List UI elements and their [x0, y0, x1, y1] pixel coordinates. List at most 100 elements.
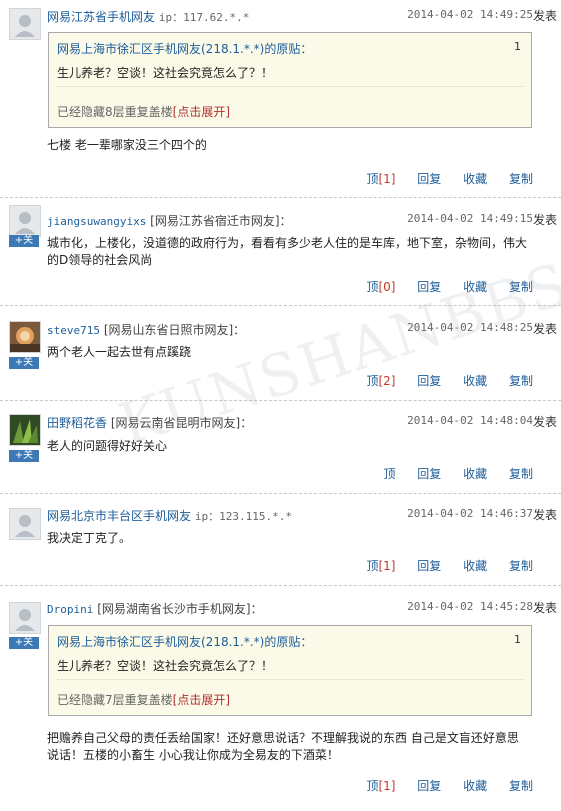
user-ip: ip：123.115.*.* — [194, 510, 292, 523]
hidden-floors-note: 已经隐藏8层重复盖楼[点击展开] — [57, 103, 230, 120]
quote-header: 网易上海市徐汇区手机网友(218.1.*.*)的原贴： — [57, 635, 313, 649]
copy-button[interactable]: 复制 — [509, 172, 533, 186]
user-source: [网易江苏省宿迁市网友]： — [150, 214, 292, 228]
username-link[interactable]: 网易北京市丰台区手机网友 — [47, 509, 191, 523]
default-avatar-icon — [10, 509, 40, 539]
reply-button[interactable]: 回复 — [417, 172, 441, 186]
comment-item: 网易北京市丰台区手机网友 ip：123.115.*.* 2014-04-02 1… — [0, 493, 561, 586]
comment-item: +关 Dropini [网易湖南省长沙市手机网友]： 2014-04-02 14… — [0, 585, 561, 810]
avatar[interactable] — [9, 321, 41, 353]
follow-button[interactable]: +关 — [9, 235, 39, 247]
comment-actions: 顶 回复 收藏 复制 — [365, 465, 533, 482]
reply-button[interactable]: 回复 — [417, 374, 441, 388]
comment-time: 2014-04-02 14:45:28 — [407, 600, 533, 613]
upvote-button[interactable]: 顶[1] — [348, 172, 395, 186]
copy-button[interactable]: 复制 — [509, 559, 533, 573]
avatar[interactable] — [9, 205, 41, 237]
upvote-count: [0] — [378, 280, 396, 294]
follow-button[interactable]: +关 — [9, 357, 39, 369]
save-button[interactable]: 收藏 — [463, 467, 487, 481]
save-button[interactable]: 收藏 — [463, 280, 487, 294]
quote-text: 生儿养老？空谈！这社会究竟怎么了？！ — [57, 659, 274, 673]
avatar[interactable] — [9, 602, 41, 634]
upvote-count: [2] — [378, 374, 396, 388]
upvote-label: 顶 — [366, 374, 379, 388]
upvote-count: [1] — [378, 559, 396, 573]
comment-time: 2014-04-02 14:49:15 — [407, 212, 533, 225]
comment-actions: 顶[1] 回复 收藏 复制 — [348, 777, 533, 794]
post-link[interactable]: 发表 — [533, 506, 557, 523]
comment-text: 两个老人一起去世有点蹊跷 — [47, 345, 192, 359]
upvote-button[interactable]: 顶[1] — [348, 779, 395, 793]
upvote-button[interactable]: 顶[0] — [348, 280, 395, 294]
reply-button[interactable]: 回复 — [417, 467, 441, 481]
comment-item: +关 田野稻花香 [网易云南省昆明市网友]： 2014-04-02 14:48:… — [0, 400, 561, 494]
post-link[interactable]: 发表 — [533, 7, 557, 24]
reply-button[interactable]: 回复 — [417, 779, 441, 793]
user-source: [网易山东省日照市网友]： — [103, 323, 246, 337]
user-photo-icon — [10, 415, 40, 445]
upvote-count: [1] — [378, 172, 396, 186]
expand-link[interactable]: [点击展开] — [173, 693, 230, 707]
save-button[interactable]: 收藏 — [463, 559, 487, 573]
comment-actions: 顶[2] 回复 收藏 复制 — [348, 372, 533, 389]
upvote-count: [1] — [378, 779, 396, 793]
quote-floor: 1 — [514, 633, 521, 646]
comment-actions: 顶[1] 回复 收藏 复制 — [348, 557, 533, 574]
comment-actions: 顶[1] 回复 收藏 复制 — [348, 170, 533, 187]
user-photo-icon — [10, 322, 40, 352]
post-link[interactable]: 发表 — [533, 320, 557, 337]
post-link[interactable]: 发表 — [533, 599, 557, 616]
comment-time: 2014-04-02 14:48:04 — [407, 414, 533, 427]
quote-header: 网易上海市徐汇区手机网友(218.1.*.*)的原贴： — [57, 42, 313, 56]
avatar[interactable] — [9, 414, 41, 446]
username-link[interactable]: 田野稻花香 — [47, 416, 107, 430]
username-link[interactable]: jiangsuwangyixs — [47, 215, 146, 228]
follow-button[interactable]: +关 — [9, 450, 39, 462]
comment-user: 田野稻花香 [网易云南省昆明市网友]： — [47, 414, 252, 431]
copy-button[interactable]: 复制 — [509, 779, 533, 793]
avatar[interactable] — [9, 508, 41, 540]
hidden-floors-note: 已经隐藏7层重复盖楼[点击展开] — [57, 691, 230, 708]
comment-user: 网易江苏省手机网友 ip：117.62.*.* — [47, 8, 249, 25]
username-link[interactable]: steve715 — [47, 324, 100, 337]
upvote-label: 顶 — [366, 779, 379, 793]
default-avatar-icon — [10, 206, 40, 236]
save-button[interactable]: 收藏 — [463, 779, 487, 793]
copy-button[interactable]: 复制 — [509, 280, 533, 294]
hidden-floors-text: 已经隐藏8层重复盖楼 — [57, 105, 173, 119]
comment-text: 七楼 老一辈哪家没三个四个的 — [47, 138, 207, 152]
comment-text: 我决定丁克了。 — [47, 531, 132, 545]
post-link[interactable]: 发表 — [533, 413, 557, 430]
upvote-label: 顶 — [366, 559, 379, 573]
hidden-floors-text: 已经隐藏7层重复盖楼 — [57, 693, 173, 707]
expand-link[interactable]: [点击展开] — [173, 105, 230, 119]
comment-user: steve715 [网易山东省日照市网友]： — [47, 321, 245, 338]
default-avatar-icon — [10, 603, 40, 633]
upvote-button[interactable]: 顶[2] — [348, 374, 395, 388]
comment-item: 网易江苏省手机网友 ip：117.62.*.* 2014-04-02 14:49… — [0, 0, 561, 198]
follow-button[interactable]: +关 — [9, 637, 39, 649]
upvote-label: 顶 — [383, 467, 396, 481]
copy-button[interactable]: 复制 — [509, 467, 533, 481]
post-link[interactable]: 发表 — [533, 211, 557, 228]
comment-time: 2014-04-02 14:46:37 — [407, 507, 533, 520]
user-source: [网易湖南省长沙市手机网友]： — [97, 602, 263, 616]
quote-divider — [57, 86, 523, 87]
reply-button[interactable]: 回复 — [417, 280, 441, 294]
comment-text: 老人的问题得好好关心 — [47, 439, 168, 453]
save-button[interactable]: 收藏 — [463, 172, 487, 186]
quoted-post: 网易上海市徐汇区手机网友(218.1.*.*)的原贴： 1 生儿养老？空谈！这社… — [48, 32, 532, 128]
save-button[interactable]: 收藏 — [463, 374, 487, 388]
comment-actions: 顶[0] 回复 收藏 复制 — [348, 278, 533, 295]
upvote-button[interactable]: 顶[1] — [348, 559, 395, 573]
comment-user: Dropini [网易湖南省长沙市手机网友]： — [47, 600, 263, 617]
copy-button[interactable]: 复制 — [509, 374, 533, 388]
avatar[interactable] — [9, 8, 41, 40]
username-link[interactable]: 网易江苏省手机网友 — [47, 10, 155, 24]
quote-floor: 1 — [514, 40, 521, 53]
upvote-button[interactable]: 顶 — [365, 467, 395, 481]
username-link[interactable]: Dropini — [47, 603, 93, 616]
reply-button[interactable]: 回复 — [417, 559, 441, 573]
comment-time: 2014-04-02 14:49:25 — [407, 8, 533, 21]
